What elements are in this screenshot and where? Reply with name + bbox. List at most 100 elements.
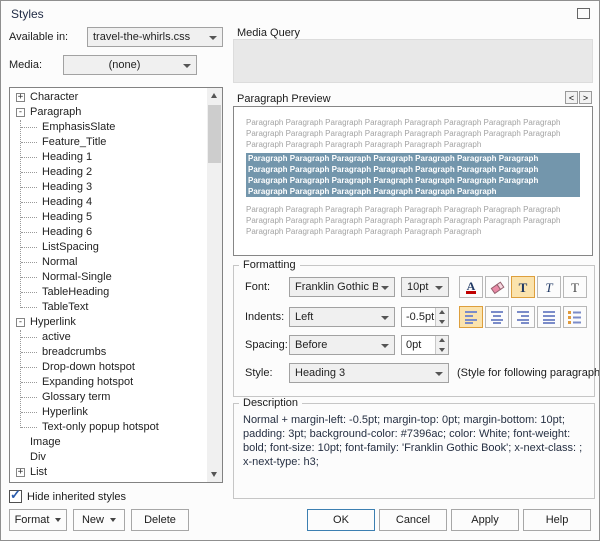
spinner-up-icon[interactable] [435, 308, 448, 317]
align-right-button[interactable] [511, 306, 535, 328]
dialog-title: Styles [11, 7, 44, 21]
tree-item[interactable]: Glossary term [12, 390, 204, 405]
align-justify-button[interactable] [537, 306, 561, 328]
tree-item[interactable]: Heading 2 [12, 165, 204, 180]
chevron-down-icon [55, 518, 62, 522]
scrollbar-thumb[interactable] [208, 105, 221, 163]
tree-item[interactable]: Text-only popup hotspot [12, 420, 204, 435]
preview-text-before: Paragraph Paragraph Paragraph Paragraph … [246, 118, 561, 149]
media-select[interactable]: (none) [63, 55, 197, 75]
tree-item[interactable]: breadcrumbs [12, 345, 204, 360]
tree-item[interactable]: Heading 4 [12, 195, 204, 210]
scroll-up-icon[interactable] [207, 88, 222, 103]
text-highlight-button[interactable] [485, 276, 509, 298]
paragraph-preview-title: Paragraph Preview [237, 93, 331, 105]
tree-item[interactable]: Normal-Single [12, 270, 204, 285]
preview-next-button[interactable]: > [579, 91, 592, 104]
tree-item[interactable]: Normal [12, 255, 204, 270]
font-size-select[interactable]: 10pt [401, 277, 449, 297]
tree-item[interactable]: EmphasisSlate [12, 120, 204, 135]
tree-children-group: EmphasisSlate Feature_Title Heading 1 He… [12, 120, 204, 315]
new-menu-button[interactable]: New [73, 509, 125, 531]
font-select[interactable]: Franklin Gothic B [289, 277, 395, 297]
tree-item-image[interactable]: Image [12, 435, 204, 450]
formatting-group-title: Formatting [239, 259, 300, 271]
tree-item[interactable]: Heading 1 [12, 150, 204, 165]
tree-item-div[interactable]: Div [12, 450, 204, 465]
spinner-down-icon[interactable] [435, 317, 448, 326]
tree-item-paragraph[interactable]: - Paragraph [12, 105, 204, 120]
align-left-button[interactable] [459, 306, 483, 328]
preview-selected-paragraph: Paragraph Paragraph Paragraph Paragraph … [246, 153, 580, 197]
align-center-button[interactable] [485, 306, 509, 328]
bold-toggle-button[interactable]: T [511, 276, 535, 298]
hide-inherited-label: Hide inherited styles [27, 491, 127, 503]
align-left-icon [465, 311, 477, 324]
tree-item[interactable]: Feature_Title [12, 135, 204, 150]
tree-item[interactable]: Drop-down hotspot [12, 360, 204, 375]
tree-item[interactable]: Expanding hotspot [12, 375, 204, 390]
available-in-label: Available in: [9, 31, 69, 43]
spacing-select[interactable]: Before [289, 335, 395, 355]
bullet-list-icon [568, 311, 581, 324]
tree-scrollbar[interactable] [207, 88, 222, 482]
help-button[interactable]: Help [523, 509, 591, 531]
description-text: Normal + margin-left: -0.5pt; margin-top… [243, 414, 583, 468]
available-in-select[interactable]: travel-the-whirls.css [87, 27, 223, 47]
indent-amount-spinner[interactable]: -0.5pt [401, 307, 449, 327]
paragraph-preview-box: Paragraph Paragraph Paragraph Paragraph … [233, 106, 593, 256]
underline-toggle-button[interactable]: T [563, 276, 587, 298]
chevron-down-icon [435, 372, 443, 376]
highlighter-icon [490, 281, 505, 295]
tree-item[interactable]: ListSpacing [12, 240, 204, 255]
tree-item-character[interactable]: + Character [12, 90, 204, 105]
expand-icon[interactable]: + [16, 468, 25, 477]
apply-button[interactable]: Apply [451, 509, 519, 531]
chevron-down-icon [183, 64, 191, 68]
window-control-button[interactable] [577, 8, 590, 19]
italic-icon: T [545, 279, 553, 295]
indents-select[interactable]: Left [289, 307, 395, 327]
chevron-down-icon [381, 286, 389, 290]
cancel-button[interactable]: Cancel [379, 509, 447, 531]
tree-item-hyperlink[interactable]: - Hyperlink [12, 315, 204, 330]
font-color-button[interactable]: A [459, 276, 483, 298]
description-group-title: Description [239, 397, 303, 409]
spinner-down-icon[interactable] [435, 345, 448, 354]
tree-item[interactable]: Heading 3 [12, 180, 204, 195]
font-label: Font: [245, 281, 271, 293]
styles-dialog: Styles Available in: travel-the-whirls.c… [0, 0, 600, 541]
tree-item[interactable]: Hyperlink [12, 405, 204, 420]
tree-item[interactable]: Heading 6 [12, 225, 204, 240]
style-label: Style: [245, 367, 273, 379]
indents-label: Indents: [245, 311, 285, 323]
spinner-up-icon[interactable] [435, 336, 448, 345]
bullet-list-button[interactable] [563, 306, 587, 328]
scroll-down-icon[interactable] [207, 467, 222, 482]
tree-item-list[interactable]: + List [12, 465, 204, 480]
chevron-down-icon [209, 36, 217, 40]
styles-tree: + Character - Paragraph EmphasisSlate Feat… [9, 87, 223, 483]
preview-prev-button[interactable]: < [565, 91, 578, 104]
preview-text-after: Paragraph Paragraph Paragraph Paragraph … [246, 205, 561, 236]
expand-icon[interactable]: + [16, 93, 25, 102]
next-style-select[interactable]: Heading 3 [289, 363, 449, 383]
collapse-icon[interactable]: - [16, 318, 25, 327]
tree-item[interactable]: TableText [12, 300, 204, 315]
tree-item[interactable]: active [12, 330, 204, 345]
ok-button[interactable]: OK [307, 509, 375, 531]
tree-item[interactable]: Heading 5 [12, 210, 204, 225]
italic-toggle-button[interactable]: T [537, 276, 561, 298]
tree-item[interactable]: TableHeading [12, 285, 204, 300]
collapse-icon[interactable]: - [16, 108, 25, 117]
format-menu-button[interactable]: Format [9, 509, 67, 531]
media-query-panel [233, 39, 593, 83]
delete-button[interactable]: Delete [131, 509, 189, 531]
underline-icon: T [571, 279, 579, 295]
bold-icon: T [518, 279, 528, 295]
check-icon: ✓ [10, 487, 21, 502]
align-center-icon [491, 311, 503, 324]
spacing-amount-spinner[interactable]: 0pt [401, 335, 449, 355]
hide-inherited-checkbox[interactable]: ✓ [9, 487, 22, 503]
media-label: Media: [9, 59, 43, 71]
